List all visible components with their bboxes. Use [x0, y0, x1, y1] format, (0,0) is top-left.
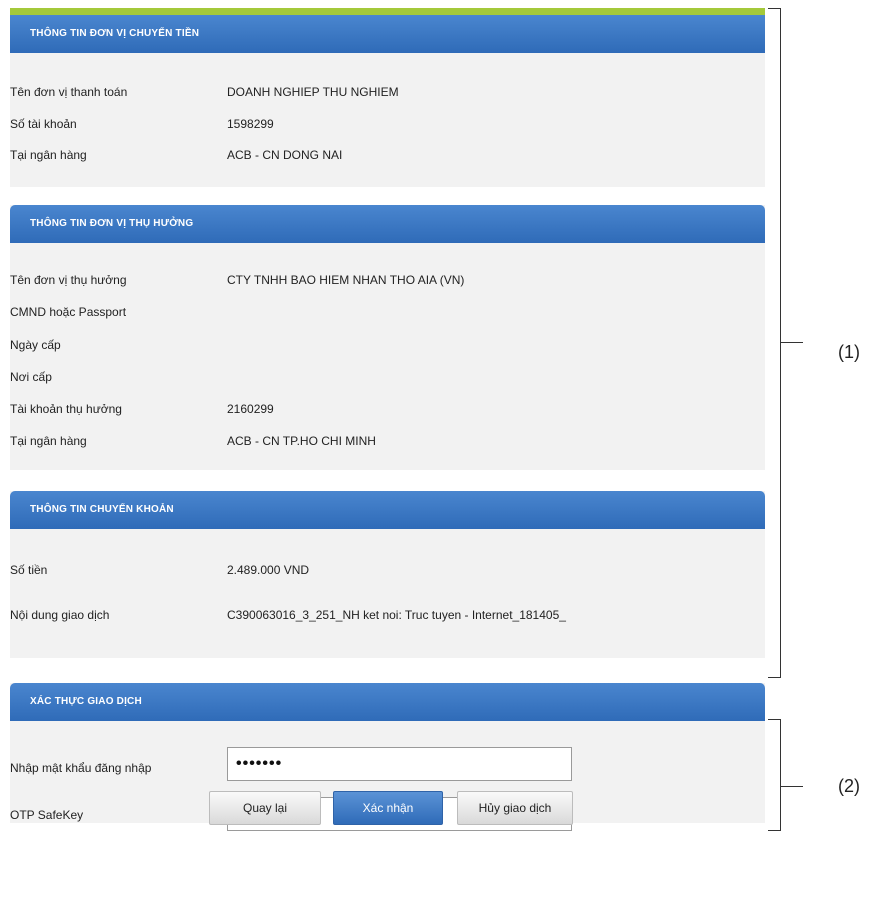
issue-place-label: Nơi cấp	[10, 370, 52, 384]
beneficiary-bank-value: ACB - CN TP.HO CHI MINH	[227, 434, 376, 448]
amount-label: Số tiền	[10, 563, 48, 577]
transfer-info-section: THÔNG TIN CHUYỂN KHOẢN Số tiền 2.489.000…	[10, 491, 765, 658]
confirm-button[interactable]: Xác nhận	[333, 791, 443, 825]
otp-label: OTP SafeKey	[10, 808, 84, 822]
sender-account-value: 1598299	[227, 117, 274, 131]
transfer-info-header: THÔNG TIN CHUYỂN KHOẢN	[10, 491, 765, 529]
beneficiary-account-value: 2160299	[227, 402, 274, 416]
group1-bracket-tick	[781, 342, 803, 343]
beneficiary-name-label: Tên đơn vị thụ hưởng	[10, 273, 127, 287]
group2-bracket-tick	[781, 786, 803, 787]
group2-bracket	[768, 719, 781, 831]
sender-info-section: THÔNG TIN ĐƠN VỊ CHUYỂN TIỀN Tên đơn vị …	[10, 15, 765, 187]
password-label: Nhập mật khẩu đăng nhập	[10, 761, 152, 775]
sender-info-header: THÔNG TIN ĐƠN VỊ CHUYỂN TIỀN	[10, 15, 765, 53]
top-accent-bar	[10, 8, 765, 15]
beneficiary-name-value: CTY TNHH BAO HIEM NHAN THO AIA (VN)	[227, 273, 465, 287]
group2-annotation: (2)	[838, 776, 860, 796]
beneficiary-account-label: Tài khoản thụ hưởng	[10, 402, 122, 416]
sender-bank-label: Tại ngân hàng	[10, 148, 87, 162]
back-button[interactable]: Quay lại	[209, 791, 321, 825]
issue-date-label: Ngày cấp	[10, 338, 61, 352]
description-label: Nội dung giao dịch	[10, 608, 110, 622]
password-input[interactable]	[227, 747, 572, 781]
amount-value: 2.489.000 VND	[227, 563, 310, 577]
beneficiary-info-header: THÔNG TIN ĐƠN VỊ THỤ HƯỞNG	[10, 205, 765, 243]
description-value: C390063016_3_251_NH ket noi: Truc tuyen …	[227, 608, 566, 622]
id-passport-label: CMND hoặc Passport	[10, 305, 127, 319]
sender-name-label: Tên đơn vị thanh toán	[10, 85, 128, 99]
sender-name-value: DOANH NGHIEP THU NGHIEM	[227, 85, 399, 99]
beneficiary-bank-label: Tại ngân hàng	[10, 434, 87, 448]
cancel-button[interactable]: Hủy giao dịch	[457, 791, 573, 825]
auth-header: XÁC THỰC GIAO DỊCH	[10, 683, 765, 721]
sender-account-label: Số tài khoản	[10, 117, 77, 131]
group1-bracket	[768, 8, 781, 678]
group1-annotation: (1)	[838, 342, 860, 362]
sender-bank-value: ACB - CN DONG NAI	[227, 148, 343, 162]
beneficiary-info-section: THÔNG TIN ĐƠN VỊ THỤ HƯỞNG Tên đơn vị th…	[10, 205, 765, 470]
